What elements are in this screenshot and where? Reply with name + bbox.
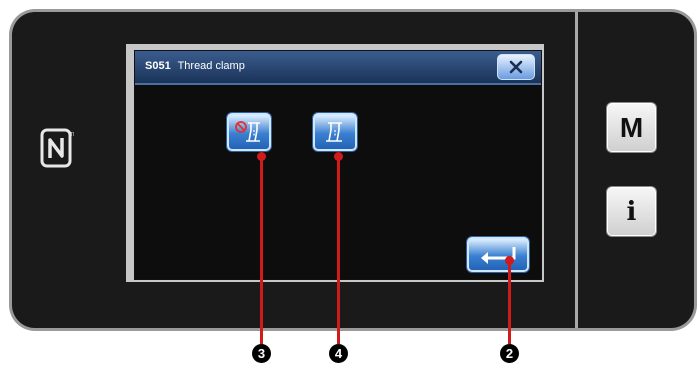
close-button[interactable] (497, 54, 535, 80)
panel-divider (575, 12, 578, 328)
callout-line-on (337, 156, 340, 344)
enter-button[interactable] (467, 237, 529, 272)
dialog-titlebar: S051 Thread clamp (135, 51, 541, 85)
thread-clamp-on-button[interactable] (313, 113, 357, 151)
close-icon (509, 60, 523, 74)
nfc-icon: TM (40, 128, 74, 168)
dialog-title-text: Thread clamp (177, 60, 245, 72)
callout-label-off: 3 (252, 344, 271, 363)
menu-button[interactable]: M (606, 102, 657, 153)
callout-label-on: 4 (329, 344, 348, 363)
svg-text:TM: TM (70, 132, 74, 138)
dialog-title: S051 Thread clamp (145, 60, 245, 72)
callout-line-off (260, 156, 263, 344)
thread-clamp-disabled-icon (235, 121, 260, 142)
thread-clamp-off-button[interactable] (227, 113, 271, 151)
callout-label-enter: 2 (500, 344, 519, 363)
thread-clamp-icon (326, 122, 342, 142)
info-button[interactable]: i (606, 186, 657, 237)
callout-line-enter (508, 260, 511, 344)
dialog-code: S051 (145, 60, 171, 72)
